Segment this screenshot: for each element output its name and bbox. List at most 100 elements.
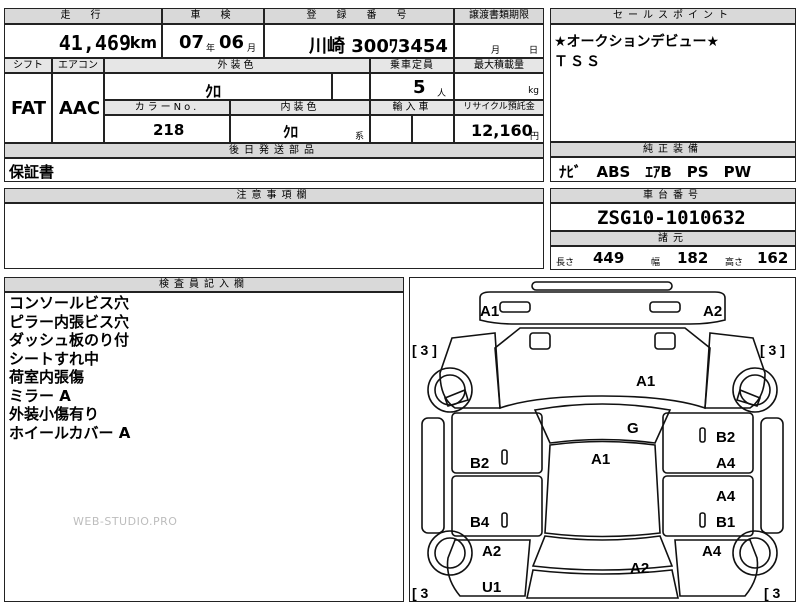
exterior-color-cell: ｸﾛ — [104, 73, 332, 101]
inspector-note: 荷室内張傷 — [9, 368, 85, 386]
inspector-note: 外装小傷有り — [9, 405, 100, 423]
genuine-equipment-cell: ﾅﾋﾞ ABS ｴｱB PS PW — [550, 157, 796, 182]
capacity-unit: 人 — [437, 89, 447, 99]
color-no-header: カラーNo. — [104, 100, 230, 115]
interior-color-value: ｸﾛ — [283, 123, 299, 141]
width-label: 幅 — [651, 258, 661, 268]
color-no-cell: 218 — [104, 115, 230, 143]
capacity-cell: 5 人 — [370, 73, 454, 100]
diagram-label-tire-rr: [ 3 — [764, 585, 781, 601]
inspection-header: 車 検 — [162, 8, 264, 24]
interior-color-cell: ｸﾛ 系 — [230, 115, 370, 143]
height-value: 162 — [757, 249, 789, 267]
interior-color-suffix: 系 — [355, 132, 365, 142]
diagram-label-tire-rl: [ 3 — [412, 585, 429, 601]
inspector-notes-cell: コンソールビス穴 ピラー内張ビス穴 ダッシュ板のり付 シートすれ中 荷室内張傷 … — [4, 292, 404, 602]
color-no-value: 218 — [153, 121, 185, 139]
diagram-label-rear-door-right-b: B1 — [716, 514, 735, 531]
mileage-header: 走 行 — [4, 8, 162, 24]
notes-header: 注意事項欄 — [4, 188, 544, 203]
exterior-color-value: ｸﾛ — [205, 82, 222, 101]
shift-header: シフト — [4, 58, 52, 73]
max-load-cell: kg — [454, 73, 544, 100]
diagram-label-roof: A1 — [591, 451, 610, 468]
genuine-equipment-header: 純正装備 — [550, 142, 796, 157]
diagram-label-rear-bumper: U1 — [482, 579, 501, 596]
deadline-day-unit: 日 — [529, 46, 539, 56]
inspector-notes-header: 検査員記入欄 — [4, 277, 404, 292]
follow-up-parts-header: 後日発送部品 — [4, 143, 544, 158]
width-value: 182 — [677, 249, 709, 267]
diagram-label-a2-front-right: A2 — [703, 303, 722, 320]
interior-color-header: 内装色 — [230, 100, 370, 115]
transfer-deadline-header: 譲渡書類期限 — [454, 8, 544, 24]
specs-header: 諸元 — [550, 231, 796, 246]
shift-value: FAT — [11, 98, 47, 119]
diagram-label-windshield: G — [627, 420, 639, 437]
mileage-cell: 41,469 km — [4, 24, 162, 58]
inspector-notes-list: コンソールビス穴 ピラー内張ビス穴 ダッシュ板のり付 シートすれ中 荷室内張傷 … — [9, 294, 130, 442]
sales-point-header: セールスポイント — [550, 8, 796, 24]
diagram-label-front-door-right-a: A4 — [716, 455, 736, 472]
aircon-header: エアコン — [52, 58, 104, 73]
chassis-no-header: 車台番号 — [550, 188, 796, 203]
sales-point-1: ★オークションデビュー★ — [554, 34, 720, 50]
height-label: 高さ — [725, 258, 744, 268]
car-diagram: A1 A2 [ 3 ] [ 3 ] A1 G A1 B2 B2 A4 B4 A4… — [412, 281, 785, 601]
deadline-month-unit: 月 — [491, 46, 501, 56]
diagram-label-hood: A1 — [636, 373, 655, 390]
inspection-year-unit: 年 — [206, 44, 216, 54]
inspector-note: ミラー A — [9, 386, 71, 405]
exterior-color-header: 外装色 — [104, 58, 370, 73]
car-diagram-panel: A1 A2 [ 3 ] [ 3 ] A1 G A1 B2 B2 A4 B4 A4… — [409, 277, 796, 602]
registration-header: 登 録 番 号 — [264, 8, 454, 24]
recycle-unit: 円 — [529, 132, 539, 142]
specs-cell: 長さ 449 幅 182 高さ 162 — [550, 246, 796, 270]
chassis-no-value: ZSG10-1010632 — [597, 207, 746, 229]
inspector-note: ピラー内張ビス穴 — [9, 312, 130, 331]
follow-up-parts-cell: 保証書 — [4, 158, 544, 182]
length-label: 長さ — [556, 258, 575, 268]
inspection-cell: 07 年 06 月 — [162, 24, 264, 58]
diagram-label-a1-front-left: A1 — [480, 303, 499, 320]
diagram-label-rear-door-right-a: A4 — [716, 488, 736, 505]
sales-point-2: ＴＳＳ — [554, 54, 602, 70]
inspector-note: シートすれ中 — [9, 349, 100, 368]
inspector-note: コンソールビス穴 — [9, 294, 130, 312]
capacity-value: 5 — [413, 77, 426, 98]
genuine-equipment-value: ﾅﾋﾞ ABS ｴｱB PS PW — [559, 163, 752, 181]
registration-cell: 川崎 300ﾜ3454 — [264, 24, 454, 58]
recycle-header: リサイクル預託金 — [454, 100, 544, 115]
chassis-no-cell: ZSG10-1010632 — [550, 203, 796, 231]
recycle-cell: 12,160 円 — [454, 115, 544, 143]
import-cell-2 — [412, 115, 454, 143]
capacity-header: 乗車定員 — [370, 58, 454, 73]
inspector-note: ダッシュ板のり付 — [9, 331, 130, 349]
watermark: WEB-STUDIO.PRO — [73, 515, 178, 528]
transfer-deadline-cell: 月 日 — [454, 24, 544, 58]
max-load-unit: kg — [528, 86, 539, 96]
shift-cell: FAT — [4, 73, 52, 143]
import-cell-1 — [370, 115, 412, 143]
diagram-label-front-door-left: B2 — [470, 455, 489, 472]
aircon-cell: AAC — [52, 73, 104, 143]
diagram-label-rear-fender-left: A2 — [482, 543, 501, 560]
diagram-label-tire-fl: [ 3 ] — [412, 342, 437, 358]
sales-point-cell: ★オークションデビュー★ ＴＳＳ — [550, 24, 796, 142]
notes-cell — [4, 203, 544, 269]
follow-up-parts-value: 保証書 — [9, 163, 55, 181]
import-header: 輸入車 — [370, 100, 454, 115]
inspector-note: ホイールカバー A — [9, 423, 131, 442]
diagram-label-trunk: A2 — [630, 560, 649, 577]
diagram-label-rear-fender-right: A4 — [702, 543, 722, 560]
diagram-label-rear-door-left: B4 — [470, 514, 490, 531]
inspection-month: 06 — [219, 32, 245, 53]
recycle-value: 12,160 — [471, 121, 533, 140]
diagram-label-tire-fr: [ 3 ] — [760, 342, 785, 358]
inspection-year: 07 — [179, 32, 205, 53]
inspection-month-unit: 月 — [247, 44, 257, 54]
max-load-header: 最大積載量 — [454, 58, 544, 73]
registration-value: 川崎 300ﾜ3454 — [309, 36, 448, 57]
mileage-unit: km — [129, 33, 157, 52]
mileage-value: 41,469 — [58, 31, 131, 55]
